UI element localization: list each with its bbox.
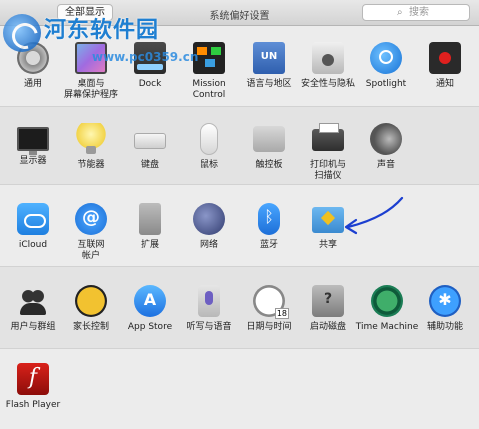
search-field[interactable]: ⌕ 搜索: [362, 4, 470, 21]
pref-label: 互联网 帐户: [77, 240, 105, 261]
pref-sharing[interactable]: 共享: [297, 203, 359, 251]
pref-label: 语言与地区: [246, 79, 292, 89]
pref-label: Spotlight: [365, 79, 407, 89]
trackpad-icon: [253, 126, 285, 152]
pref-startup-disk[interactable]: 启动磁盘: [297, 285, 359, 333]
search-placeholder: 搜索: [409, 7, 429, 18]
pref-label: 显示器: [19, 156, 47, 166]
pref-language-region[interactable]: 语言与地区: [238, 42, 300, 90]
globe-icon: [193, 203, 225, 235]
pref-label: 声音: [376, 160, 395, 170]
watermark-title: 河东软件园: [44, 17, 160, 43]
pref-label: 节能器: [77, 160, 105, 170]
pref-label: Time Machine: [355, 322, 419, 332]
pref-notifications[interactable]: 通知: [414, 42, 476, 90]
pref-keyboard[interactable]: 键盘: [119, 123, 181, 171]
microphone-icon: [198, 285, 220, 317]
pref-trackpad[interactable]: 触控板: [238, 123, 300, 171]
pref-label: 启动磁盘: [309, 322, 346, 332]
watermark-logo-icon: [3, 14, 41, 52]
printer-icon: [312, 123, 344, 151]
pref-label: 打印机与 扫描仪: [309, 160, 346, 181]
pref-label: 安全性与隐私: [300, 79, 355, 89]
pref-label: 桌面与 屏幕保护程序: [63, 79, 118, 100]
section-internet-wireless: iCloud 互联网 帐户 扩展 网络 蓝牙 共享: [0, 184, 479, 266]
pref-label: iCloud: [18, 240, 48, 250]
pref-app-store[interactable]: App Store: [119, 285, 181, 333]
clock-calendar-icon: [253, 285, 289, 319]
pref-network[interactable]: 网络: [178, 203, 240, 251]
keyboard-icon: [134, 133, 166, 149]
pref-printers-scanners[interactable]: 打印机与 扫描仪: [297, 123, 359, 182]
users-icon: [17, 285, 49, 317]
pref-security-privacy[interactable]: 安全性与隐私: [297, 42, 359, 90]
puzzle-icon: [139, 203, 161, 235]
pref-label: 蓝牙: [259, 240, 278, 250]
pref-label: 键盘: [140, 160, 159, 170]
accessibility-icon: [429, 285, 461, 317]
pref-label: 用户与群组: [10, 322, 56, 332]
un-flag-icon: [253, 42, 285, 74]
pref-dictation-speech[interactable]: 听写与语音: [178, 285, 240, 333]
pref-time-machine[interactable]: Time Machine: [355, 285, 419, 333]
flash-icon: [17, 363, 49, 395]
pref-label: 家长控制: [72, 322, 109, 332]
pref-internet-accounts[interactable]: 互联网 帐户: [60, 203, 122, 262]
speaker-icon: [370, 123, 402, 155]
pref-flash-player[interactable]: Flash Player: [2, 363, 64, 411]
pref-label: 辅助功能: [426, 322, 463, 332]
pref-accessibility[interactable]: 辅助功能: [414, 285, 476, 333]
pref-date-time[interactable]: 日期与时间: [238, 285, 300, 333]
search-icon: ⌕: [397, 7, 403, 18]
pref-label: App Store: [127, 322, 173, 332]
pref-label: 触控板: [255, 160, 283, 170]
disk-icon: [312, 285, 344, 317]
pref-displays[interactable]: 显示器: [2, 123, 64, 167]
at-sign-icon: [75, 203, 107, 235]
magnifier-icon: [370, 42, 402, 74]
pref-energy-saver[interactable]: 节能器: [60, 123, 122, 171]
bluetooth-icon: [258, 203, 280, 235]
pref-label: Mission Control: [192, 79, 226, 100]
pref-label: 鼠标: [199, 160, 218, 170]
section-other: Flash Player: [0, 348, 479, 429]
section-system: 用户与群组 家长控制 App Store 听写与语音 日期与时间 启动磁盘 Ti…: [0, 266, 479, 348]
pref-icloud[interactable]: iCloud: [2, 203, 64, 251]
monitor-icon: [17, 127, 49, 155]
watermark-url: www.pc0359.cn: [92, 50, 199, 64]
pref-users-groups[interactable]: 用户与群组: [2, 285, 64, 333]
pref-spotlight[interactable]: Spotlight: [355, 42, 417, 90]
pref-bluetooth[interactable]: 蓝牙: [238, 203, 300, 251]
house-lock-icon: [312, 42, 344, 74]
pref-parental-controls[interactable]: 家长控制: [60, 285, 122, 333]
pref-label: Flash Player: [5, 400, 61, 410]
pref-label: 扩展: [140, 240, 159, 250]
pref-extensions[interactable]: 扩展: [119, 203, 181, 251]
pref-mouse[interactable]: 鼠标: [178, 123, 240, 171]
parental-icon: [75, 285, 107, 317]
notification-icon: [429, 42, 461, 74]
pref-label: 网络: [199, 240, 218, 250]
time-machine-icon: [371, 285, 403, 317]
pref-label: 通知: [435, 79, 454, 89]
app-store-icon: [134, 285, 166, 317]
pref-label: 通用: [23, 79, 42, 89]
pref-label: 共享: [318, 240, 337, 250]
pref-label: 日期与时间: [246, 322, 292, 332]
section-hardware: 显示器 节能器 键盘 鼠标 触控板 打印机与 扫描仪 声音: [0, 106, 479, 184]
sharing-folder-icon: [312, 207, 344, 233]
pref-label: Dock: [138, 79, 162, 89]
mouse-icon: [200, 123, 218, 155]
pref-sound[interactable]: 声音: [355, 123, 417, 171]
cloud-icon: [17, 203, 49, 235]
pref-label: 听写与语音: [186, 322, 232, 332]
lightbulb-icon: [75, 123, 107, 155]
